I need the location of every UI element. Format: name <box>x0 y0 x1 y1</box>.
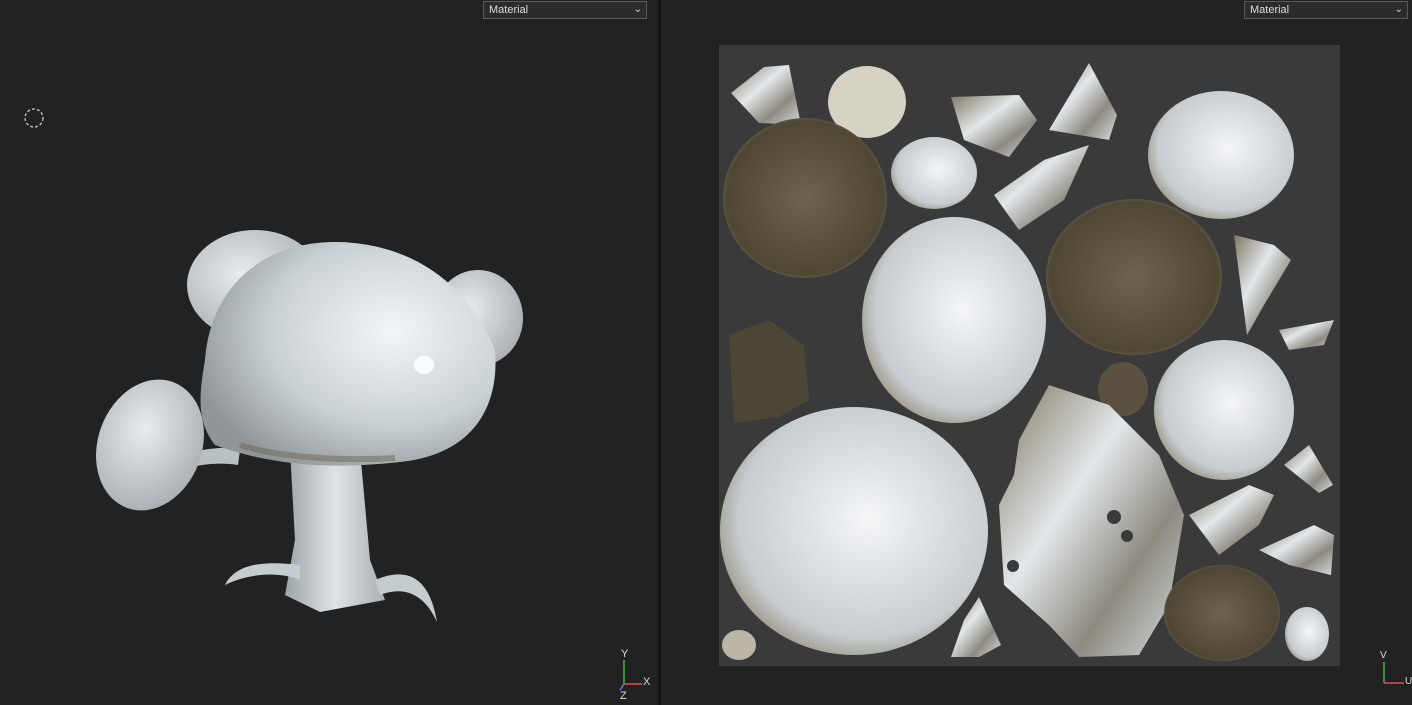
uv-island <box>1284 445 1333 493</box>
uv-island <box>723 118 887 278</box>
uv-island <box>1234 235 1291 335</box>
uv-island <box>1049 63 1117 140</box>
uv-island <box>722 630 756 660</box>
uv-island <box>1164 565 1280 661</box>
mushroom-model[interactable] <box>0 0 658 705</box>
stem <box>285 450 385 612</box>
chevron-down-icon: ⌄ <box>1394 4 1403 15</box>
uv-island <box>1259 525 1334 575</box>
small-cap-left <box>96 379 204 511</box>
axis-label-v: V <box>1380 650 1387 661</box>
axis-label-x: X <box>643 676 651 688</box>
uv-island <box>862 217 1046 423</box>
viewport-uv[interactable]: Material ⌄ V U <box>661 0 1412 705</box>
uv-island <box>1046 199 1222 355</box>
shading-mode-dropdown-uv[interactable]: Material ⌄ <box>1244 1 1408 19</box>
axis-label-y: Y <box>621 648 629 660</box>
axis-triad-uv: V U <box>1374 648 1412 705</box>
uv-island <box>994 145 1089 230</box>
uv-island <box>720 407 988 655</box>
axis-label-u: U <box>1405 676 1412 687</box>
uv-island <box>1189 485 1274 555</box>
shading-mode-value: Material <box>1250 4 1290 16</box>
axis-label-z: Z <box>620 690 627 702</box>
uv-islands <box>720 63 1334 661</box>
uv-island <box>1154 340 1294 480</box>
viewport-3d[interactable]: Material ⌄ Y X Z <box>0 0 658 705</box>
uv-island <box>1279 320 1334 350</box>
uv-texture-sheet[interactable] <box>719 45 1340 666</box>
uv-island <box>731 65 801 125</box>
axis-triad-3d: Y X Z <box>612 646 658 705</box>
uv-island <box>891 137 977 209</box>
uv-island <box>729 320 809 423</box>
main-cap <box>200 241 496 466</box>
uv-island <box>1148 91 1294 219</box>
uv-island <box>1285 607 1329 661</box>
